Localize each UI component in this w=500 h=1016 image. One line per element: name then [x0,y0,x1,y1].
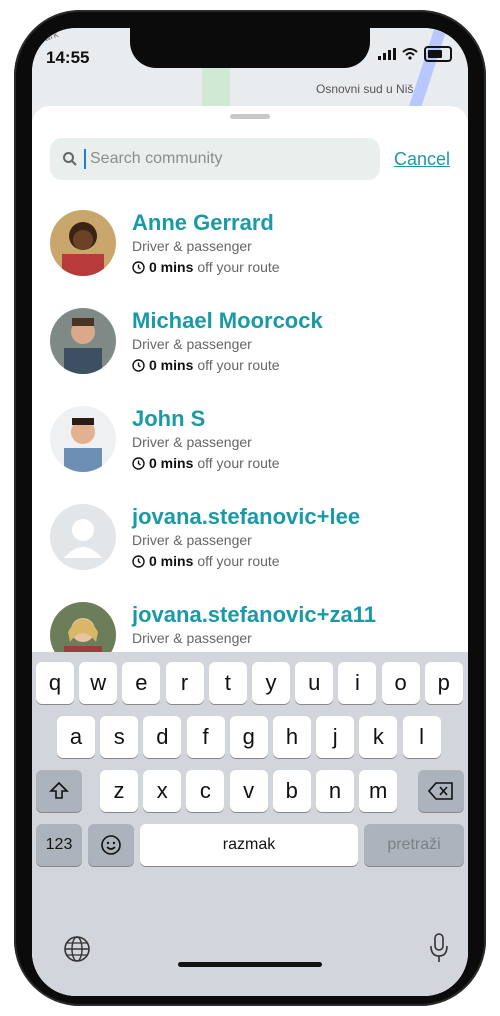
screen: Park Osnovni sud u Niš Cancel Anne Gerra… [32,28,468,996]
route-suffix: off your route [197,455,280,471]
people-list: Anne Gerrard Driver & passenger 0 mins o… [32,202,468,692]
key-h[interactable]: h [273,716,311,758]
route-suffix: off your route [197,553,280,569]
key-k[interactable]: k [359,716,398,758]
avatar [50,406,116,472]
key-o[interactable]: o [381,662,420,704]
clock-icon [132,260,145,274]
person-name: John S [132,406,206,431]
key-u[interactable]: u [295,662,334,704]
space-key[interactable]: razmak [140,824,358,866]
cancel-button[interactable]: Cancel [394,149,450,170]
key-q[interactable]: q [36,662,74,704]
key-p[interactable]: p [424,662,463,704]
person-role: Driver & passenger [132,238,252,254]
key-i[interactable]: i [338,662,377,704]
key-m[interactable]: m [359,770,398,812]
person-role: Driver & passenger [132,336,252,352]
wifi-icon [402,48,418,60]
route-mins: 0 mins [149,455,194,471]
key-b[interactable]: b [272,770,311,812]
map-label-left: Park [36,29,60,46]
key-y[interactable]: y [252,662,290,704]
microphone-icon[interactable] [428,932,450,964]
route-info: 0 mins off your route [132,455,280,471]
list-item[interactable]: John S Driver & passenger 0 mins off you… [32,398,468,496]
status-icons [378,46,452,62]
key-j[interactable]: j [316,716,355,758]
route-suffix: off your route [197,357,280,373]
key-r[interactable]: r [165,662,204,704]
notch [130,28,370,68]
battery-icon [424,46,452,62]
home-indicator [178,962,322,967]
key-x[interactable]: x [143,770,182,812]
route-mins: 0 mins [149,357,194,373]
avatar [50,210,116,276]
key-a[interactable]: a [57,716,95,758]
key-c[interactable]: c [186,770,225,812]
key-f[interactable]: f [186,716,225,758]
search-icon [63,152,77,166]
avatar-placeholder [50,504,116,570]
map-label-right: Osnovni sud u Niš [316,82,414,96]
search-key[interactable]: pretraži [364,824,464,866]
search-row: Cancel [50,138,450,180]
key-e[interactable]: e [122,662,161,704]
keyboard-row-4: 123 razmak pretraži [32,824,468,868]
list-item[interactable]: Michael Moorcock Driver & passenger 0 mi… [32,300,468,398]
key-t[interactable]: t [208,662,247,704]
clock-icon [132,456,145,470]
key-s[interactable]: s [100,716,139,758]
key-g[interactable]: g [229,716,268,758]
search-box[interactable] [50,138,380,180]
clock-icon [132,358,145,372]
route-info: 0 mins off your route [132,553,280,569]
person-name: jovana.stefanovic+za11 [132,602,376,627]
person-name: Anne Gerrard [132,210,274,235]
list-item[interactable]: Anne Gerrard Driver & passenger 0 mins o… [32,202,468,300]
person-role: Driver & passenger [132,630,252,646]
route-suffix: off your route [197,259,280,275]
text-caret [84,149,86,169]
keyboard-row-2: asdfghjkl [32,716,468,760]
emoji-icon [101,835,121,855]
key-l[interactable]: l [402,716,441,758]
route-mins: 0 mins [149,259,194,275]
globe-icon[interactable] [62,934,92,964]
person-name: jovana.stefanovic+lee [132,504,361,529]
backspace-icon [428,782,453,800]
key-w[interactable]: w [79,662,118,704]
list-item[interactable]: jovana.stefanovic+lee Driver & passenger… [32,496,468,594]
status-time: 14:55 [46,48,90,67]
clock-icon [132,554,145,568]
key-v[interactable]: v [229,770,268,812]
route-info: 0 mins off your route [132,357,280,373]
keyboard-row-3: zxcvbnm [32,770,468,814]
user-icon [50,504,116,570]
keyboard-row-1: qwertyuiop [32,662,468,706]
signal-icon [378,48,396,60]
person-role: Driver & passenger [132,434,252,450]
sheet-grabber[interactable] [230,114,270,119]
key-d[interactable]: d [143,716,182,758]
search-input[interactable] [88,149,372,169]
shift-key[interactable] [36,770,82,812]
key-z[interactable]: z [100,770,138,812]
emoji-key[interactable] [88,824,134,866]
numbers-key[interactable]: 123 [36,824,82,866]
person-role: Driver & passenger [132,532,252,548]
shift-icon [49,781,69,799]
keyboard: qwertyuiop asdfghjkl zxcvbnm 123 razmak … [32,652,468,996]
backspace-key[interactable] [418,770,464,812]
avatar [50,308,116,374]
route-info: 0 mins off your route [132,259,280,275]
key-n[interactable]: n [316,770,354,812]
person-name: Michael Moorcock [132,308,323,333]
route-mins: 0 mins [149,553,194,569]
